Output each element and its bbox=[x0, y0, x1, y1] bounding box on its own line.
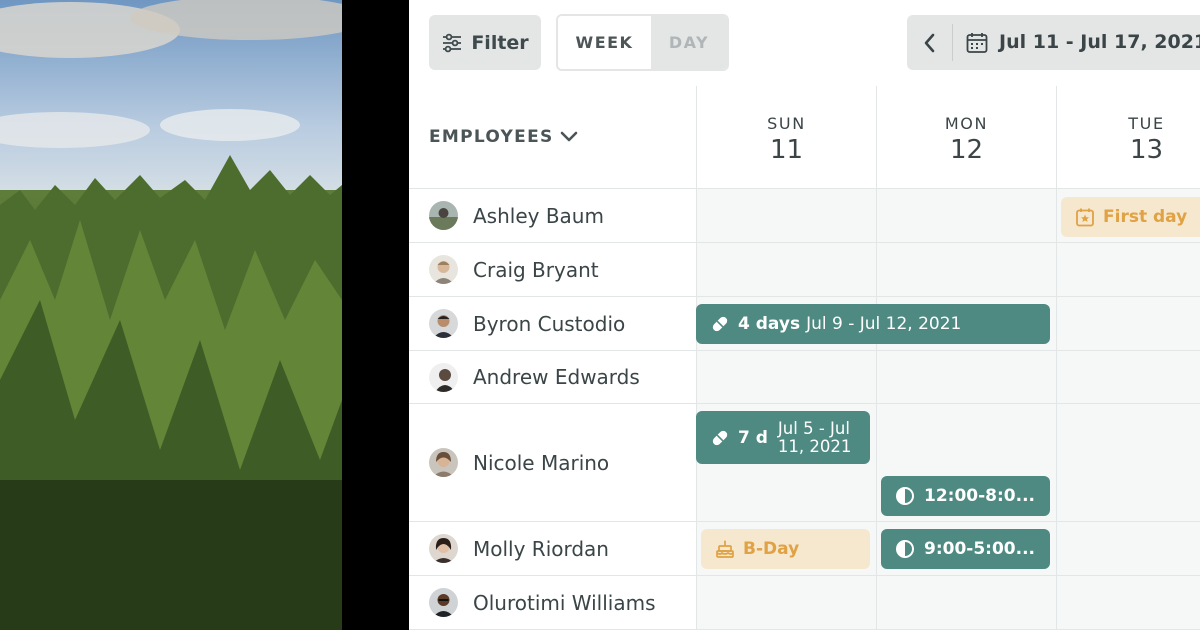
employee-cell[interactable]: Nicole Marino bbox=[409, 404, 696, 521]
avatar bbox=[429, 534, 458, 563]
day-name: TUE bbox=[1128, 114, 1165, 133]
event-label: First day bbox=[1103, 207, 1188, 227]
star-calendar-icon bbox=[1076, 208, 1094, 227]
employee-cell[interactable]: Andrew Edwards bbox=[409, 351, 696, 403]
employee-name: Ashley Baum bbox=[473, 203, 604, 228]
shift-cell[interactable] bbox=[1056, 522, 1200, 575]
shift-cell[interactable] bbox=[876, 351, 1056, 403]
week-view-button[interactable]: WEEK bbox=[558, 16, 651, 69]
shift-cell[interactable] bbox=[876, 189, 1056, 242]
chevron-down-icon bbox=[560, 131, 577, 142]
event-label: B-Day bbox=[743, 539, 800, 559]
employee-name: Craig Bryant bbox=[473, 257, 599, 282]
sliders-icon bbox=[441, 32, 463, 54]
day-view-button[interactable]: DAY bbox=[651, 16, 727, 69]
date-nav-divider bbox=[952, 24, 953, 61]
photo-divider bbox=[342, 0, 409, 630]
date-range-label[interactable]: Jul 11 - Jul 17, 2021 bbox=[999, 31, 1200, 53]
leave-event[interactable]: 4 days Jul 9 - Jul 12, 2021 bbox=[696, 304, 1050, 344]
first-day-event[interactable]: First day bbox=[1061, 197, 1200, 237]
avatar bbox=[429, 309, 458, 338]
employee-name: Molly Riordan bbox=[473, 536, 609, 561]
toolbar: Filter WEEK DAY Jul 11 - Jul 17, 2021 bbox=[409, 0, 1200, 86]
employee-row-nicole-marino: Nicole Marino 7 d Jul 5 - Jul 11, 2021 1… bbox=[409, 404, 1200, 522]
employee-row-olurotimi-williams: Olurotimi Williams bbox=[409, 576, 1200, 630]
employee-cell[interactable]: Ashley Baum bbox=[409, 189, 696, 242]
shift-cell[interactable] bbox=[1056, 297, 1200, 350]
half-circle-icon bbox=[896, 540, 914, 558]
employee-row-molly-riordan: Molly Riordan B-Day 9:00-5:00... bbox=[409, 522, 1200, 576]
shift-cell[interactable] bbox=[696, 189, 876, 242]
shift-time: 9:00-5:00... bbox=[924, 539, 1035, 559]
employee-row-ashley-baum: Ashley Baum First day bbox=[409, 189, 1200, 243]
employee-cell[interactable]: Molly Riordan bbox=[409, 522, 696, 575]
employee-row-craig-bryant: Craig Bryant bbox=[409, 243, 1200, 297]
calendar-icon[interactable] bbox=[965, 31, 989, 55]
cake-icon bbox=[716, 540, 734, 558]
avatar bbox=[429, 588, 458, 617]
birthday-event[interactable]: B-Day bbox=[701, 529, 870, 569]
date-navigator: Jul 11 - Jul 17, 2021 bbox=[907, 15, 1200, 70]
employee-name: Olurotimi Williams bbox=[473, 590, 656, 615]
grid-header: EMPLOYEES SUN 11 MON 12 TUE 13 bbox=[409, 86, 1200, 189]
day-name: MON bbox=[944, 114, 989, 133]
view-toggle: WEEK DAY bbox=[556, 14, 729, 71]
employee-name: Andrew Edwards bbox=[473, 365, 640, 389]
shift-cell[interactable] bbox=[696, 243, 876, 296]
leave-duration: 7 d bbox=[738, 427, 768, 448]
shift-cell[interactable] bbox=[1056, 576, 1200, 629]
day-number: 11 bbox=[769, 135, 804, 165]
shift-cell[interactable] bbox=[1056, 404, 1200, 521]
employee-cell[interactable]: Byron Custodio bbox=[409, 297, 696, 350]
half-circle-icon bbox=[896, 487, 914, 505]
day-number: 13 bbox=[1129, 135, 1164, 165]
leave-range-line2: 11, 2021 bbox=[777, 436, 852, 456]
shift-cell[interactable] bbox=[696, 351, 876, 403]
day-header-mon: MON 12 bbox=[876, 86, 1056, 189]
avatar bbox=[429, 255, 458, 284]
shift-cell[interactable] bbox=[696, 576, 876, 629]
employees-sort-header[interactable]: EMPLOYEES bbox=[429, 127, 578, 147]
previous-week-button[interactable] bbox=[907, 15, 952, 70]
employees-header-label: EMPLOYEES bbox=[429, 127, 554, 147]
forest-photo bbox=[0, 0, 342, 630]
employee-row-byron-custodio: Byron Custodio 4 days Jul 9 - Jul 12, 20… bbox=[409, 297, 1200, 351]
leave-event[interactable]: 7 d Jul 5 - Jul 11, 2021 bbox=[696, 411, 870, 464]
shift-cell[interactable] bbox=[876, 243, 1056, 296]
employee-name: Nicole Marino bbox=[473, 450, 610, 475]
day-name: SUN bbox=[767, 114, 806, 133]
pill-icon bbox=[712, 316, 728, 332]
leave-range: Jul 5 - Jul 11, 2021 bbox=[777, 418, 852, 456]
shift-cell[interactable] bbox=[1056, 243, 1200, 296]
shift-cell[interactable] bbox=[876, 576, 1056, 629]
employee-cell[interactable]: Olurotimi Williams bbox=[409, 576, 696, 629]
shift-event[interactable]: 12:00-8:0... bbox=[881, 476, 1050, 516]
leave-range: Jul 9 - Jul 12, 2021 bbox=[806, 314, 962, 334]
filter-label: Filter bbox=[471, 31, 529, 54]
shift-event[interactable]: 9:00-5:00... bbox=[881, 529, 1050, 569]
avatar bbox=[429, 201, 458, 230]
day-number: 12 bbox=[949, 135, 984, 165]
day-header-sun: SUN 11 bbox=[696, 86, 876, 189]
employee-name: Byron Custodio bbox=[473, 311, 626, 336]
filter-button[interactable]: Filter bbox=[429, 15, 541, 70]
chevron-left-icon bbox=[924, 33, 934, 52]
scheduler-app: Filter WEEK DAY Jul 11 - Jul 17, 2021 EM… bbox=[409, 0, 1200, 630]
employee-cell[interactable]: Craig Bryant bbox=[409, 243, 696, 296]
shift-time: 12:00-8:0... bbox=[924, 486, 1035, 506]
employee-row-andrew-edwards: Andrew Edwards bbox=[409, 351, 1200, 404]
shift-cell[interactable] bbox=[1056, 351, 1200, 403]
avatar bbox=[429, 448, 458, 477]
leave-range-line1: Jul 5 - Jul bbox=[777, 418, 850, 438]
leave-duration: 4 days bbox=[738, 314, 801, 334]
avatar bbox=[429, 362, 458, 392]
pill-icon bbox=[712, 430, 728, 445]
day-header-tue: TUE 13 bbox=[1056, 86, 1200, 189]
